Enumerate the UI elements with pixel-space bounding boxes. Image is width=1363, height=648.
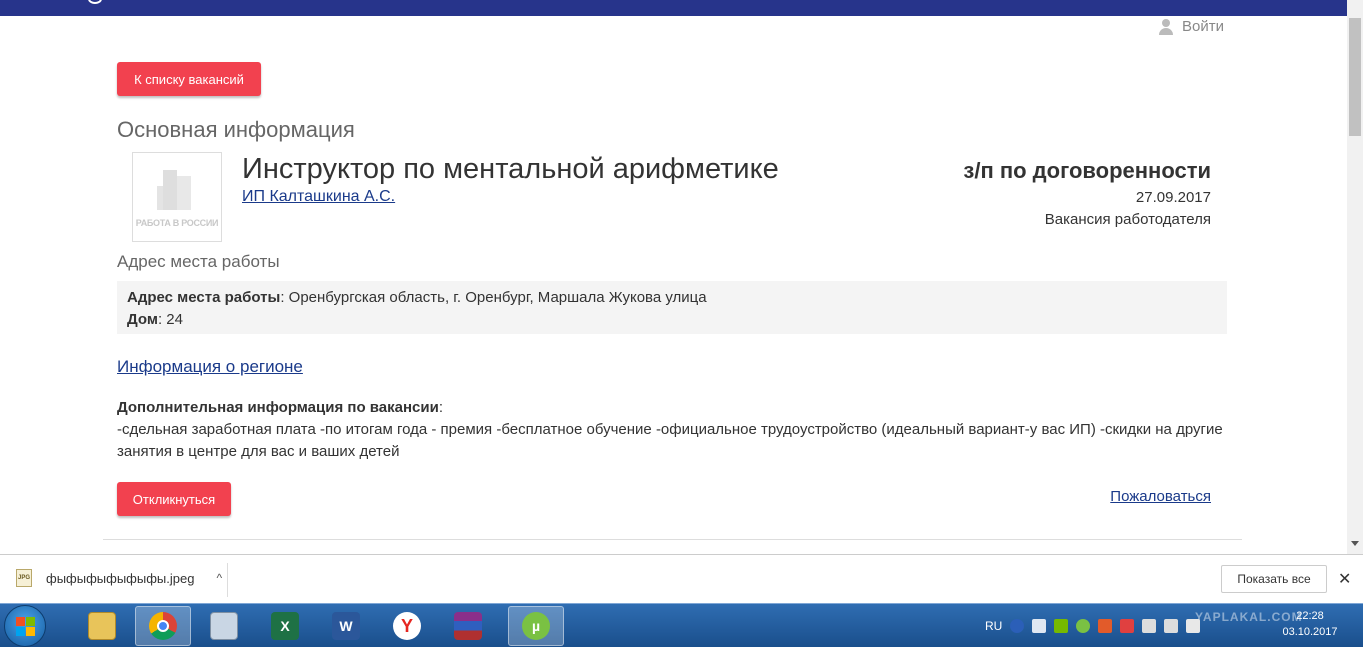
top-nav-bar: [0, 0, 1347, 16]
house-line: Дом: 24: [127, 309, 1217, 331]
calculator-icon: [210, 612, 238, 640]
start-button[interactable]: [4, 605, 46, 647]
scrollbar-thumb[interactable]: [1349, 18, 1361, 136]
display-icon[interactable]: [1164, 619, 1179, 633]
section-title: Основная информация: [117, 117, 355, 142]
address-line: Адрес места работы: Оренбургская область…: [127, 287, 1217, 309]
back-to-vacancies-button[interactable]: К списку вакансий: [117, 62, 261, 96]
salary: з/п по договоренности: [963, 158, 1211, 183]
windows-flag-icon: [16, 617, 36, 637]
employer-link[interactable]: ИП Калташкина А.С.: [242, 188, 395, 206]
publication-date: 27.09.2017: [1135, 189, 1211, 206]
download-file-name: фыфыфыфыфыфы.jpeg: [46, 570, 195, 586]
page-content: Войти К списку вакансий Основная информа…: [0, 16, 1347, 554]
winrar-icon: [454, 612, 482, 640]
address-label: Адрес места работы: [127, 289, 281, 306]
building-icon: [157, 166, 197, 210]
house-value: : 24: [157, 311, 183, 328]
flash-drive-icon[interactable]: [1142, 619, 1157, 633]
address-section-title: Адрес места работы: [117, 252, 280, 271]
utorrent-icon: µ: [522, 612, 550, 640]
close-icon[interactable]: ✕: [1338, 569, 1351, 589]
page-scrollbar[interactable]: [1347, 0, 1363, 554]
user-icon: [1158, 18, 1174, 35]
employer-logo: РАБОТА В РОССИИ: [132, 152, 222, 242]
help-icon[interactable]: [1010, 619, 1025, 633]
alert-tray-icon[interactable]: [1120, 619, 1135, 633]
job-title: Инструктор по ментальной арифметике: [242, 153, 779, 185]
taskbar-yandex[interactable]: Y: [379, 606, 435, 646]
house-label: Дом: [127, 311, 158, 328]
divider: [103, 539, 1242, 540]
volume-icon[interactable]: [1186, 619, 1201, 633]
address-value: : Оренбургская область, г. Оренбург, Мар…: [280, 289, 707, 306]
logo-caption: РАБОТА В РОССИИ: [135, 218, 219, 228]
app-tray-icon[interactable]: [1098, 619, 1113, 633]
clock-date: 03.10.2017: [1282, 626, 1338, 638]
login-label: Войти: [1182, 18, 1224, 35]
taskbar-excel[interactable]: X: [257, 606, 313, 646]
explorer-icon: [88, 612, 116, 640]
taskbar-clock[interactable]: 22:28 03.10.2017: [1270, 608, 1350, 640]
taskbar-calculator[interactable]: [196, 606, 252, 646]
excel-icon: X: [271, 612, 299, 640]
taskbar-winrar[interactable]: [440, 606, 496, 646]
extra-info-label: Дополнительная информация по вакансии: [117, 399, 439, 416]
extra-info-text: -сдельная заработная плата -по итогам го…: [117, 421, 1223, 460]
download-shelf: JPG фыфыфыфыфыфы.jpeg ^ Показать все ✕: [0, 554, 1363, 603]
site-logo-icon[interactable]: [88, 0, 102, 4]
clock-time: 22:28: [1296, 610, 1324, 622]
login-link[interactable]: Войти: [1158, 18, 1224, 35]
chevron-up-icon[interactable]: ^: [216, 571, 222, 585]
scroll-down-arrow-icon[interactable]: [1351, 541, 1359, 546]
region-info-link[interactable]: Информация о регионе: [117, 357, 303, 377]
taskbar-utorrent[interactable]: µ: [508, 606, 564, 646]
taskbar-word[interactable]: W: [318, 606, 374, 646]
utorrent-tray-icon[interactable]: [1076, 619, 1091, 633]
address-box: Адрес места работы: Оренбургская область…: [117, 281, 1227, 334]
extra-info-colon: :: [438, 399, 444, 416]
yandex-icon: Y: [393, 612, 421, 640]
download-item[interactable]: JPG фыфыфыфыфыфы.jpeg ^: [16, 569, 222, 587]
complain-link[interactable]: Пожаловаться: [1110, 488, 1211, 505]
jpeg-file-icon: JPG: [16, 569, 32, 587]
windows-taskbar: X W Y µ YAPLAKAL.COM RU 22:28 03.10.2017: [0, 603, 1363, 647]
download-separator: [227, 563, 228, 597]
apply-button[interactable]: Откликнуться: [117, 482, 231, 516]
system-tray: RU: [985, 604, 1201, 648]
word-icon: W: [332, 612, 360, 640]
extra-info: Дополнительная информация по вакансии: -…: [117, 397, 1232, 463]
chrome-icon: [149, 612, 177, 640]
nvidia-icon[interactable]: [1054, 619, 1069, 633]
language-indicator[interactable]: RU: [985, 619, 1002, 633]
vacancy-type: Вакансия работодателя: [1044, 211, 1211, 228]
taskbar-explorer[interactable]: [74, 606, 130, 646]
network-icon[interactable]: [1032, 619, 1047, 633]
taskbar-chrome[interactable]: [135, 606, 191, 646]
show-all-downloads-button[interactable]: Показать все: [1221, 565, 1327, 593]
